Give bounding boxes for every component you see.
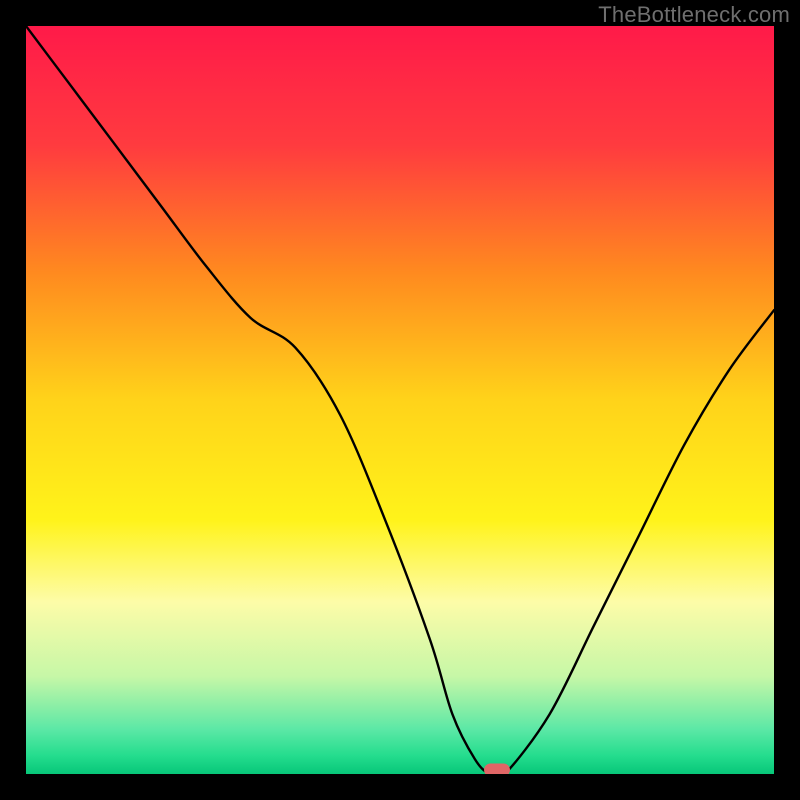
bottleneck-curve: [26, 26, 774, 774]
optimal-marker: [484, 764, 510, 775]
chart-frame: TheBottleneck.com: [0, 0, 800, 800]
watermark-text: TheBottleneck.com: [598, 2, 790, 28]
plot-area: [26, 26, 774, 774]
